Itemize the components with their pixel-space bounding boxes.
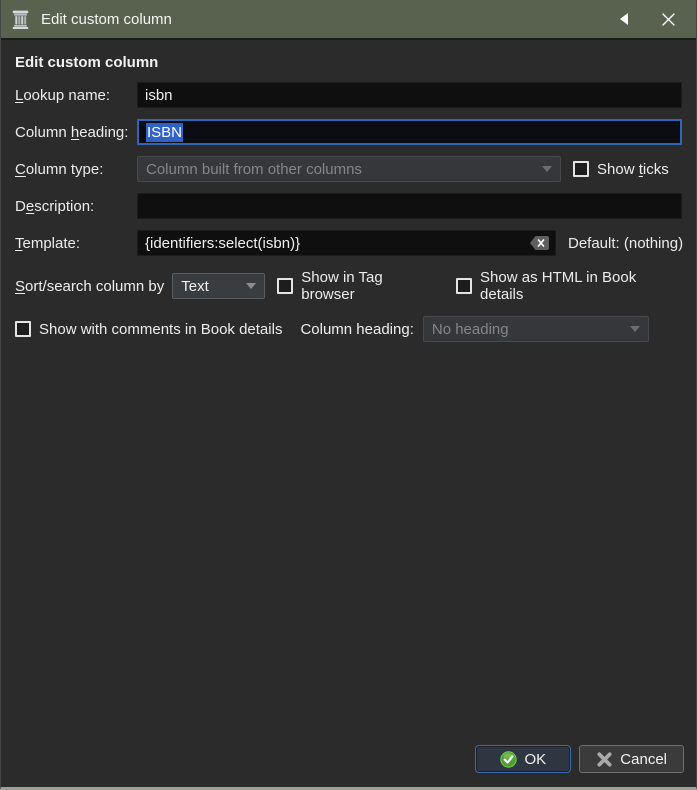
show-ticks-checkbox[interactable] — [573, 161, 589, 177]
show-in-tag-browser-checkbox[interactable] — [277, 278, 294, 294]
selected-text: ISBN — [146, 122, 184, 142]
sort-search-label: Sort/search column by — [15, 277, 165, 295]
comments-heading-label: Column heading: — [300, 320, 414, 338]
left-triangle-icon — [620, 13, 628, 25]
template-label: Template: — [15, 234, 81, 252]
show-with-comments-checkbox[interactable] — [15, 321, 31, 337]
description-row: Description: — [15, 193, 682, 219]
comments-heading-combobox: No heading — [422, 316, 649, 342]
show-in-tag-browser-label: Show in Tag browser — [301, 269, 383, 303]
dropdown-arrow-icon — [542, 166, 552, 172]
column-type-row: Column type: Column built from other col… — [15, 156, 682, 182]
dropdown-arrow-icon — [246, 283, 257, 289]
page-title: Edit custom column — [15, 54, 159, 71]
show-as-html-checkbox[interactable] — [456, 278, 473, 294]
show-ticks-label: Show ticks — [597, 160, 669, 178]
column-heading-input[interactable]: ISBN — [137, 119, 682, 145]
cancel-button-label: Cancel — [620, 750, 667, 768]
ok-button-label: OK — [524, 750, 547, 768]
close-button[interactable] — [646, 0, 690, 39]
lookup-name-row: Lookup name: isbn — [15, 82, 682, 108]
lookup-name-input[interactable]: isbn — [137, 82, 682, 108]
column-heading-row: Column heading: ISBN — [15, 119, 682, 145]
description-label: Description: — [15, 197, 95, 215]
default-value-note: Default: (nothing) — [568, 234, 684, 252]
template-input[interactable]: {identifiers:select(isbn)} — [137, 230, 556, 256]
description-input[interactable] — [137, 193, 682, 219]
dialog-buttons: OK Cancel — [475, 745, 684, 773]
gray-x-icon — [596, 751, 613, 768]
sort-by-combobox[interactable]: Text — [172, 273, 266, 299]
edit-custom-column-dialog: Edit custom column Edit custom column Lo… — [0, 0, 697, 790]
column-type-combobox: Column built from other columns — [137, 156, 561, 182]
column-heading-label: Column heading: — [15, 123, 129, 141]
cancel-button[interactable]: Cancel — [579, 745, 684, 773]
column-type-label: Column type: — [15, 160, 104, 178]
comments-row: Show with comments in Book details Colum… — [15, 316, 682, 342]
template-row: Template: {identifiers:select(isbn)} Def… — [15, 230, 684, 256]
sort-search-row: Sort/search column by Text Show in Tag b… — [15, 269, 682, 303]
close-x-icon — [661, 12, 675, 26]
dropdown-arrow-icon — [629, 326, 640, 332]
dialog-body: Edit custom column Lookup name: isbn Col… — [1, 54, 696, 342]
show-as-html-label: Show as HTML in Book details — [480, 269, 637, 303]
ok-button[interactable]: OK — [475, 745, 572, 773]
show-with-comments-label: Show with comments in Book details — [39, 320, 283, 338]
clear-field-button[interactable] — [528, 234, 550, 252]
lookup-name-label: Lookup name: — [15, 86, 111, 104]
clear-field-icon — [529, 236, 549, 250]
window-title: Edit custom column — [41, 10, 172, 28]
shade-button[interactable] — [602, 0, 646, 39]
titlebar: Edit custom column — [1, 0, 696, 40]
column-pillar-icon — [11, 8, 31, 30]
green-check-icon — [500, 750, 518, 768]
